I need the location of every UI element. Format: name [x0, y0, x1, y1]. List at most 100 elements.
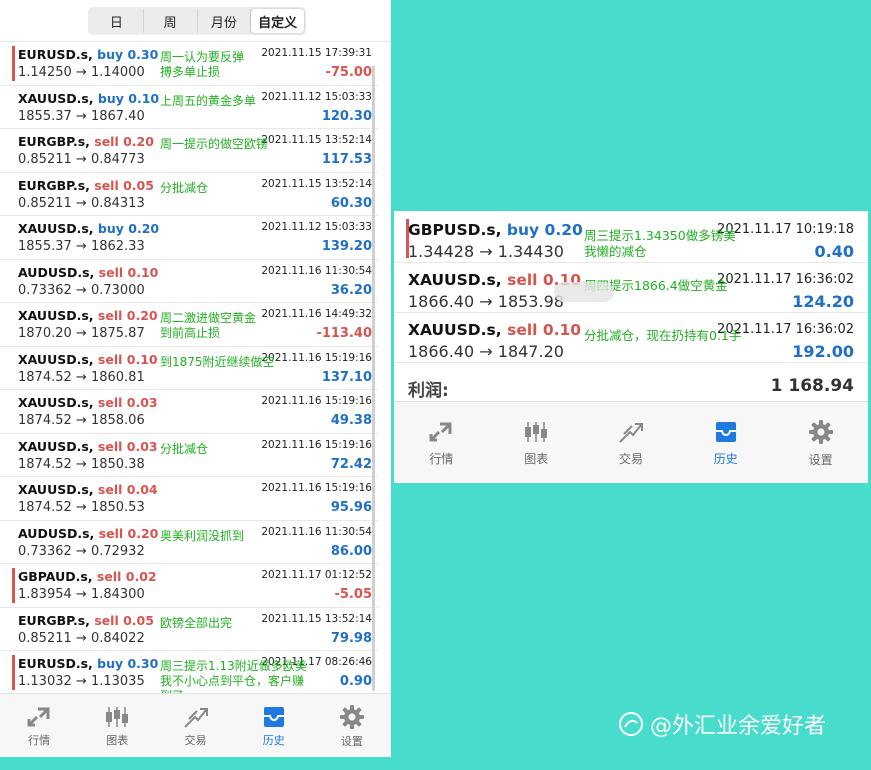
- tab-month[interactable]: 月份: [198, 9, 252, 33]
- trade-time: 2021.11.16 15:19:16: [261, 395, 372, 407]
- nav-quotes[interactable]: 行情: [394, 402, 489, 483]
- nav-label: 图表: [106, 733, 129, 747]
- trade-row[interactable]: EURUSD.s, buy 0.30 1.14250 → 1.14000 2021.…: [0, 42, 378, 86]
- trade-row[interactable]: EURUSD.s, buy 0.30 1.13032 → 1.13035 2021.…: [0, 651, 378, 703]
- trade-prices: 1866.40 → 1853.98: [408, 292, 564, 311]
- open-price: 1855.37: [18, 108, 72, 124]
- trade-row[interactable]: XAUUSD.s, sell 0.20 1870.20 → 1875.87 2021…: [0, 303, 378, 347]
- open-price: 1.34428: [408, 242, 475, 261]
- trade-profit: 60.30: [330, 195, 372, 211]
- trade-side: sell 0.03: [97, 438, 158, 454]
- quotes-icon: [428, 420, 454, 444]
- trade-row[interactable]: GBPUSD.s, buy 0.20 1.34428 → 1.34430 2021.…: [394, 215, 868, 263]
- trade-profit: -113.40: [316, 326, 372, 341]
- nav-chart[interactable]: 图表: [78, 694, 156, 757]
- annotation-note: 周一提示的做空欧镑: [160, 137, 269, 151]
- trade-symbol: XAUUSD.s, buy 0.20: [18, 221, 159, 236]
- trade-side: sell 0.10: [97, 351, 158, 367]
- trade-time: 2021.11.15 13:52:14: [261, 134, 372, 146]
- arrow-icon: →: [75, 239, 87, 254]
- trade-row[interactable]: XAUUSD.s, sell 0.10 1866.40 → 1853.98 2021…: [394, 265, 868, 313]
- trade-side: sell 0.05: [94, 177, 154, 193]
- trade-row[interactable]: XAUUSD.s, sell 0.10 1874.52 → 1860.81 2021…: [0, 347, 378, 390]
- tab-custom[interactable]: 自定义: [251, 9, 304, 33]
- trade-row[interactable]: AUDUSD.s, sell 0.10 0.73362 → 0.73000 2021…: [0, 260, 378, 303]
- trade-row[interactable]: XAUUSD.s, sell 0.04 1874.52 → 1850.53 2021…: [0, 477, 378, 521]
- close-price: 0.72932: [90, 543, 145, 559]
- profit-value: 1 168.94: [770, 376, 854, 396]
- trade-side: sell 0.05: [94, 612, 154, 628]
- nav-settings[interactable]: 设置: [773, 402, 868, 483]
- trade-time: 2021.11.17 10:19:18: [717, 222, 854, 237]
- trade-prices: 1874.52 → 1850.38: [18, 457, 145, 472]
- close-price: 1862.33: [90, 239, 145, 254]
- trade-profit: 0.90: [339, 674, 372, 689]
- trade-prices: 1.13032 → 1.13035: [18, 674, 145, 689]
- left-history-panel: 日 周 月份 自定义 EURUSD.s, buy 0.30 1.14250 → 1…: [0, 0, 391, 757]
- nav-trade[interactable]: 交易: [584, 402, 679, 483]
- arrow-icon: →: [75, 674, 87, 689]
- period-tabs: 日 周 月份 自定义: [88, 7, 306, 35]
- trade-profit: 137.10: [321, 369, 372, 385]
- annotation-note: 到1875附近继续做空: [160, 354, 275, 369]
- nav-label: 交易: [184, 733, 207, 747]
- symbol-name: XAUUSD.s,: [18, 482, 94, 497]
- symbol-name: AUDUSD.s,: [18, 264, 95, 280]
- scrollbar[interactable]: [372, 66, 375, 691]
- open-price: 1855.37: [18, 239, 72, 254]
- trade-row[interactable]: GBPAUD.s, sell 0.02 1.83954 → 1.84300 2021…: [0, 564, 378, 608]
- trade-profit: 49.38: [330, 413, 372, 428]
- trade-symbol: XAUUSD.s, sell 0.10: [408, 321, 581, 339]
- close-price: 0.84022: [90, 630, 145, 646]
- nav-label: 图表: [524, 451, 549, 466]
- nav-settings[interactable]: 设置: [313, 694, 391, 757]
- arrow-icon: →: [75, 195, 87, 211]
- arrow-icon: →: [75, 65, 87, 80]
- open-price: 1.14250: [18, 65, 72, 80]
- symbol-name: EURUSD.s,: [18, 47, 93, 62]
- trade-row[interactable]: EURGBP.s, sell 0.05 0.85211 → 0.84313 2021…: [0, 173, 378, 216]
- trade-symbol: XAUUSD.s, sell 0.03: [18, 439, 158, 454]
- trade-side: sell 0.10: [98, 264, 159, 280]
- nav-history[interactable]: 历史: [235, 694, 313, 757]
- chart-icon: [104, 705, 130, 729]
- trade-prices: 1855.37 → 1862.33: [18, 239, 145, 254]
- trade-side: buy 0.20: [97, 221, 160, 236]
- trade-row[interactable]: XAUUSD.s, sell 0.03 1874.52 → 1850.38 2021…: [0, 434, 378, 477]
- symbol-name: XAUUSD.s,: [18, 395, 94, 410]
- trade-profit: 117.53: [321, 152, 372, 167]
- arrow-icon: →: [75, 500, 87, 515]
- symbol-name: AUDUSD.s,: [18, 525, 95, 541]
- nav-label: 历史: [262, 733, 285, 747]
- trade-time: 2021.11.16 14:49:32: [261, 308, 372, 320]
- trade-row[interactable]: XAUUSD.s, buy 0.20 1855.37 → 1862.33 2021.…: [0, 216, 378, 260]
- trade-row[interactable]: EURGBP.s, sell 0.05 0.85211 → 0.84022 2021…: [0, 608, 378, 651]
- symbol-name: GBPAUD.s,: [18, 569, 93, 584]
- trade-time: 2021.11.15 17:39:31: [261, 47, 372, 59]
- tab-week[interactable]: 周: [144, 9, 198, 33]
- bottom-nav: 行情 图表 交易 历史 设置: [394, 401, 868, 483]
- trade-profit: -5.05: [334, 587, 372, 602]
- nav-history[interactable]: 历史: [678, 402, 773, 483]
- close-price: 1.14000: [90, 65, 145, 80]
- close-price: 1.13035: [90, 674, 145, 689]
- nav-quotes[interactable]: 行情: [0, 694, 78, 757]
- trade-row[interactable]: EURGBP.s, sell 0.20 0.85211 → 0.84773 2021…: [0, 129, 378, 173]
- trade-prices: 0.85211 → 0.84773: [18, 152, 145, 167]
- trade-time: 2021.11.16 11:30:54: [261, 264, 372, 277]
- arrow-icon: →: [75, 630, 87, 646]
- trade-row[interactable]: XAUUSD.s, sell 0.03 1874.52 → 1858.06 2021…: [0, 390, 378, 434]
- trade-symbol: XAUUSD.s, sell 0.10: [18, 352, 158, 367]
- trade-row[interactable]: XAUUSD.s, sell 0.10 1866.40 → 1847.20 2021…: [394, 315, 868, 363]
- trade-symbol: AUDUSD.s, sell 0.10: [18, 265, 158, 280]
- nav-trade[interactable]: 交易: [156, 694, 234, 757]
- trade-icon: [183, 705, 209, 729]
- trade-side: sell 0.04: [97, 482, 158, 497]
- bottom-nav: 行情 图表 交易 历史 设置: [0, 693, 391, 757]
- trade-time: 2021.11.16 11:30:54: [261, 525, 372, 538]
- trade-row[interactable]: AUDUSD.s, sell 0.20 0.73362 → 0.72932 2021…: [0, 521, 378, 564]
- tab-day[interactable]: 日: [90, 9, 144, 33]
- nav-chart[interactable]: 图表: [489, 402, 584, 483]
- trade-row[interactable]: XAUUSD.s, buy 0.10 1855.37 → 1867.40 2021.…: [0, 86, 378, 129]
- nav-label: 行情: [28, 733, 51, 747]
